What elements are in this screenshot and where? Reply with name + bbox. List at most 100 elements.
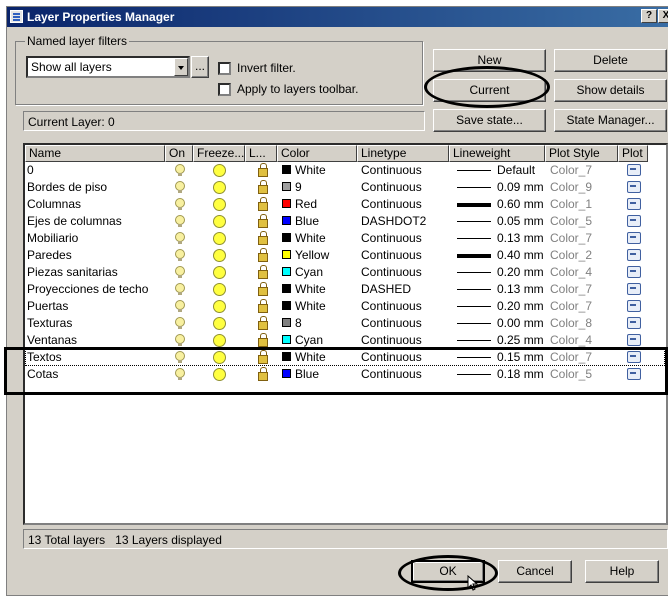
layer-name[interactable]: Cotas <box>27 367 58 381</box>
linetype-label[interactable]: Continuous <box>361 231 422 245</box>
layer-name[interactable]: Puertas <box>27 299 68 313</box>
lineweight-label[interactable]: 0.13 mm <box>497 231 544 245</box>
lightbulb-on-icon[interactable] <box>175 249 185 261</box>
sun-thaw-icon[interactable] <box>213 334 226 347</box>
printer-icon[interactable] <box>627 334 641 346</box>
unlock-icon[interactable] <box>258 367 268 381</box>
unlock-icon[interactable] <box>258 214 268 228</box>
linetype-label[interactable]: Continuous <box>361 316 422 330</box>
unlock-icon[interactable] <box>258 299 268 313</box>
color-swatch[interactable] <box>282 216 291 225</box>
sun-thaw-icon[interactable] <box>213 249 226 262</box>
printer-icon[interactable] <box>627 232 641 244</box>
show-details-button[interactable]: Show details <box>554 79 667 102</box>
linetype-label[interactable]: DASHDOT2 <box>361 214 426 228</box>
linetype-label[interactable]: Continuous <box>361 248 422 262</box>
layer-list[interactable]: Name On Freeze... L... Color Linetype Li… <box>23 143 668 525</box>
color-label[interactable]: Blue <box>295 214 319 228</box>
printer-icon[interactable] <box>627 351 641 363</box>
delete-layer-button[interactable]: Delete <box>554 49 667 72</box>
color-label[interactable]: Cyan <box>295 333 323 347</box>
lineweight-label[interactable]: 0.40 mm <box>497 248 544 262</box>
color-swatch[interactable] <box>282 165 291 174</box>
color-label[interactable]: 9 <box>295 180 302 194</box>
lineweight-label[interactable]: 0.20 mm <box>497 299 544 313</box>
sun-thaw-icon[interactable] <box>213 351 226 364</box>
printer-icon[interactable] <box>627 283 641 295</box>
apply-toolbar-checkbox[interactable] <box>218 83 231 96</box>
linetype-label[interactable]: Continuous <box>361 265 422 279</box>
lightbulb-on-icon[interactable] <box>175 283 185 295</box>
unlock-icon[interactable] <box>258 248 268 262</box>
layer-name[interactable]: Texturas <box>27 316 72 330</box>
color-label[interactable]: White <box>295 231 326 245</box>
printer-icon[interactable] <box>627 266 641 278</box>
printer-icon[interactable] <box>627 317 641 329</box>
table-row[interactable]: Cotas Blue Continuous 0.18 mm Color_5 <box>25 366 665 383</box>
lineweight-label[interactable]: 0.20 mm <box>497 265 544 279</box>
lightbulb-on-icon[interactable] <box>175 300 185 312</box>
sun-thaw-icon[interactable] <box>213 232 226 245</box>
color-swatch[interactable] <box>282 182 291 191</box>
table-row[interactable]: Ejes de columnas Blue DASHDOT2 0.05 mm Color… <box>25 213 665 230</box>
linetype-label[interactable]: Continuous <box>361 333 422 347</box>
lightbulb-on-icon[interactable] <box>175 232 185 244</box>
table-row[interactable]: Mobiliario White Continuous 0.13 mm Color_7 <box>25 230 665 247</box>
layer-name[interactable]: Bordes de piso <box>27 180 107 194</box>
set-current-button[interactable]: Current <box>433 79 546 102</box>
table-row[interactable]: Texturas 8 Continuous 0.00 mm Color_8 <box>25 315 665 332</box>
color-swatch[interactable] <box>282 301 291 310</box>
sun-thaw-icon[interactable] <box>213 300 226 313</box>
linetype-label[interactable]: DASHED <box>361 282 411 296</box>
unlock-icon[interactable] <box>258 231 268 245</box>
table-row[interactable]: Textos White Continuous 0.15 mm Color_7 <box>25 349 665 366</box>
state-manager-button[interactable]: State Manager... <box>554 109 667 132</box>
lightbulb-on-icon[interactable] <box>175 351 185 363</box>
sun-thaw-icon[interactable] <box>213 266 226 279</box>
sun-thaw-icon[interactable] <box>213 283 226 296</box>
filter-browse-button[interactable]: ... <box>191 56 209 78</box>
col-lock[interactable]: L... <box>245 145 277 162</box>
linetype-label[interactable]: Continuous <box>361 299 422 313</box>
layer-name[interactable]: Mobiliario <box>27 231 78 245</box>
linetype-label[interactable]: Continuous <box>361 367 422 381</box>
lightbulb-on-icon[interactable] <box>175 317 185 329</box>
table-row[interactable]: Bordes de piso 9 Continuous 0.09 mm Color_9 <box>25 179 665 196</box>
lightbulb-on-icon[interactable] <box>175 181 185 193</box>
lightbulb-on-icon[interactable] <box>175 198 185 210</box>
printer-icon[interactable] <box>627 215 641 227</box>
table-row[interactable]: Ventanas Cyan Continuous 0.25 mm Color_4 <box>25 332 665 349</box>
unlock-icon[interactable] <box>258 180 268 194</box>
layer-name[interactable]: Ejes de columnas <box>27 214 122 228</box>
sun-thaw-icon[interactable] <box>213 164 226 177</box>
lineweight-label[interactable]: 0.18 mm <box>497 367 544 381</box>
sun-thaw-icon[interactable] <box>213 215 226 228</box>
lightbulb-on-icon[interactable] <box>175 368 185 380</box>
unlock-icon[interactable] <box>258 282 268 296</box>
unlock-icon[interactable] <box>258 163 268 177</box>
lineweight-label[interactable]: 0.25 mm <box>497 333 544 347</box>
table-row[interactable]: 0 White Continuous Default Color_7 <box>25 162 665 179</box>
printer-icon[interactable] <box>627 368 641 380</box>
dropdown-arrow-icon[interactable] <box>174 58 188 76</box>
help-button[interactable]: Help <box>585 560 659 583</box>
cancel-button[interactable]: Cancel <box>498 560 572 583</box>
color-swatch[interactable] <box>282 250 291 259</box>
filter-select[interactable]: Show all layers <box>26 56 190 78</box>
col-linetype[interactable]: Linetype <box>357 145 449 162</box>
table-row[interactable]: Piezas sanitarias Cyan Continuous 0.20 mm Co… <box>25 264 665 281</box>
layer-name[interactable]: Columnas <box>27 197 81 211</box>
color-label[interactable]: Cyan <box>295 265 323 279</box>
color-label[interactable]: Blue <box>295 367 319 381</box>
lineweight-label[interactable]: 0.13 mm <box>497 282 544 296</box>
lightbulb-on-icon[interactable] <box>175 334 185 346</box>
col-plot-style[interactable]: Plot Style <box>545 145 618 162</box>
new-layer-button[interactable]: New <box>433 49 546 72</box>
layer-name[interactable]: Piezas sanitarias <box>27 265 118 279</box>
lineweight-label[interactable]: 0.05 mm <box>497 214 544 228</box>
table-row[interactable]: Columnas Red Continuous 0.60 mm Color_1 <box>25 196 665 213</box>
lightbulb-on-icon[interactable] <box>175 215 185 227</box>
color-label[interactable]: White <box>295 282 326 296</box>
layer-name[interactable]: Paredes <box>27 248 72 262</box>
table-row[interactable]: Proyecciones de techo White DASHED 0.13 mm C… <box>25 281 665 298</box>
